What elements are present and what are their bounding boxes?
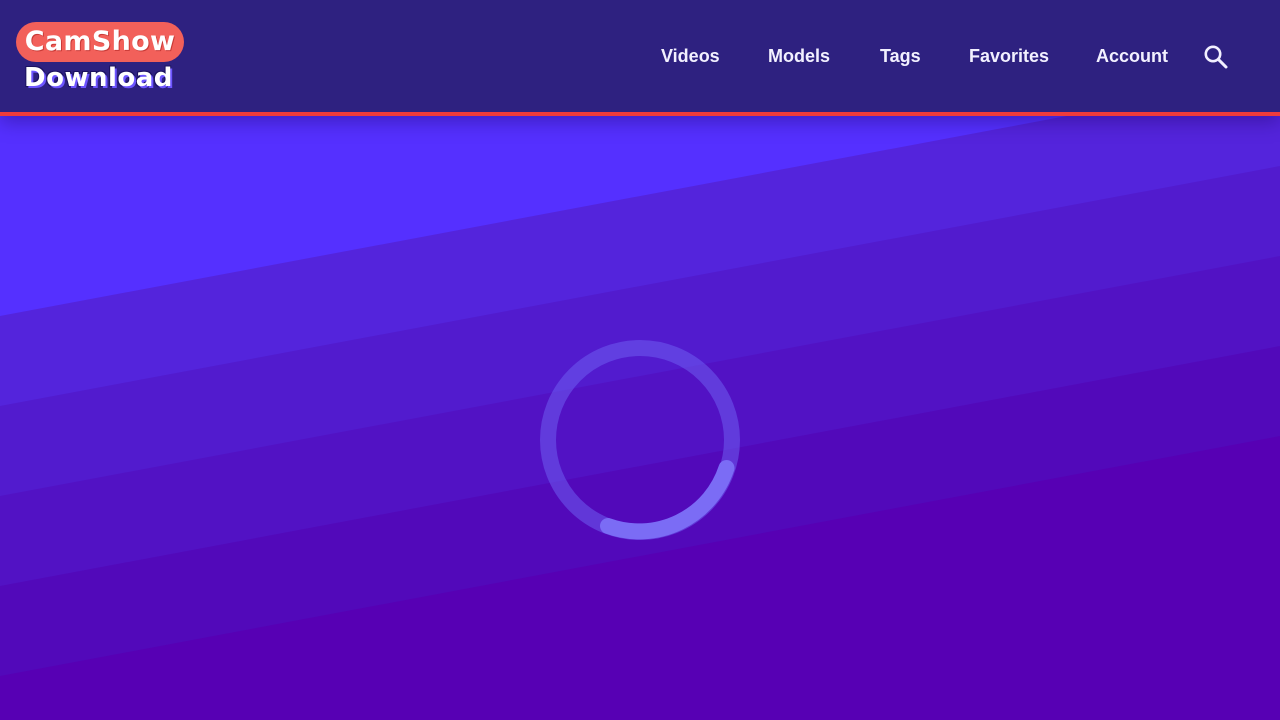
main-nav: Videos Models Tags Favorites Account xyxy=(0,0,1280,112)
nav-item-models[interactable]: Models xyxy=(768,44,830,68)
nav-item-tags[interactable]: Tags xyxy=(880,44,921,68)
hero-loading-area xyxy=(0,116,1280,720)
search-icon[interactable] xyxy=(1202,43,1230,71)
nav-item-account[interactable]: Account xyxy=(1096,44,1168,68)
nav-item-videos[interactable]: Videos xyxy=(661,44,720,68)
nav-item-favorites[interactable]: Favorites xyxy=(969,44,1049,68)
site-header: CamShow Download Videos Models Tags Favo… xyxy=(0,0,1280,116)
loading-spinner-icon xyxy=(538,340,742,544)
